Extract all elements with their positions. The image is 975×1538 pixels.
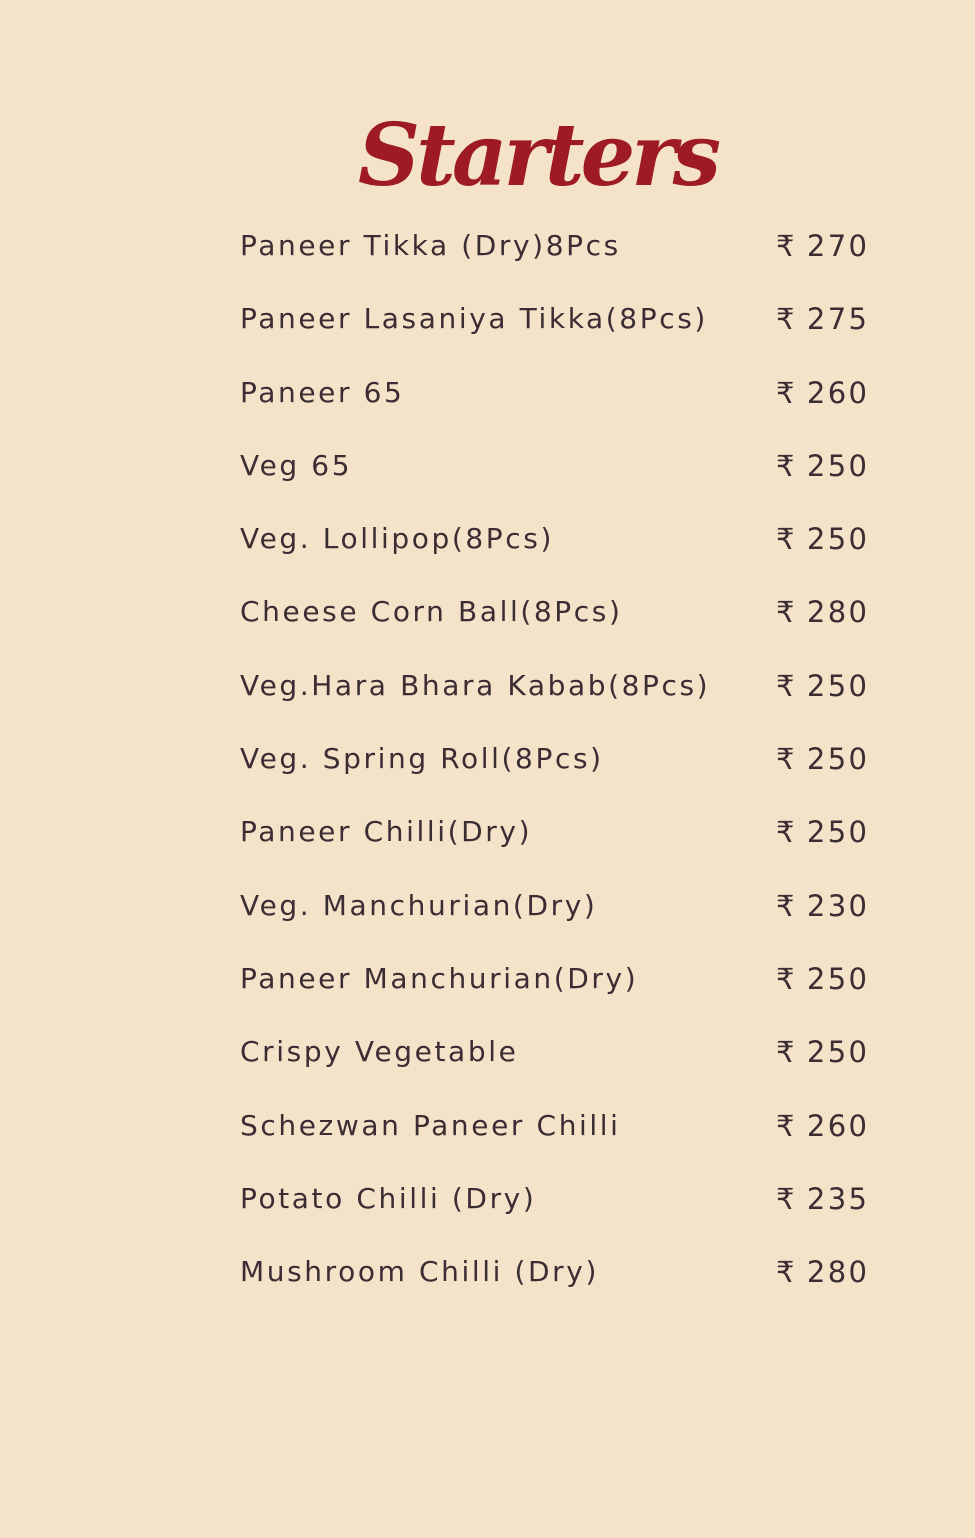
menu-item: Paneer Lasaniya Tikka(8Pcs) ₹275 xyxy=(0,281,975,354)
rupee-icon: ₹ xyxy=(776,1181,797,1216)
menu-item: Veg. Manchurian(Dry) ₹230 xyxy=(0,868,975,941)
price-value: 250 xyxy=(806,448,870,483)
price-value: 250 xyxy=(806,961,870,996)
rupee-icon: ₹ xyxy=(776,1108,797,1143)
section-title: Starters xyxy=(357,105,721,206)
menu-item: Crispy Vegetable ₹250 xyxy=(0,1014,975,1087)
rupee-icon: ₹ xyxy=(776,595,797,630)
item-name: Paneer Tikka (Dry)8Pcs xyxy=(240,229,621,262)
item-name: Paneer 65 xyxy=(240,375,405,409)
item-name: Veg. Lollipop(8Pcs) xyxy=(240,522,554,556)
rupee-icon: ₹ xyxy=(776,1035,797,1070)
menu-item: Cheese Corn Ball(8Pcs) ₹280 xyxy=(0,574,975,647)
item-price: ₹260 xyxy=(776,377,869,409)
rupee-icon: ₹ xyxy=(776,448,797,483)
menu-item: Veg. Spring Roll(8Pcs) ₹250 xyxy=(0,721,975,794)
item-price: ₹250 xyxy=(776,670,869,702)
price-value: 250 xyxy=(806,742,870,777)
price-value: 230 xyxy=(806,888,870,923)
item-name: Cheese Corn Ball(8Pcs) xyxy=(240,595,623,629)
item-name: Mushroom Chilli (Dry) xyxy=(240,1255,599,1289)
item-price: ₹260 xyxy=(776,1110,869,1142)
rupee-icon: ₹ xyxy=(776,375,797,410)
rupee-icon: ₹ xyxy=(776,888,797,923)
price-value: 250 xyxy=(806,815,870,850)
rupee-icon: ₹ xyxy=(776,522,797,557)
item-price: ₹230 xyxy=(776,890,869,922)
item-price: ₹270 xyxy=(776,230,869,262)
menu-page: Starters Paneer Tikka (Dry)8Pcs ₹270 Pan… xyxy=(0,0,975,1538)
item-price: ₹250 xyxy=(776,963,869,995)
rupee-icon: ₹ xyxy=(776,961,797,996)
item-price: ₹275 xyxy=(776,303,869,335)
menu-item: Paneer Manchurian(Dry) ₹250 xyxy=(0,941,975,1014)
menu-item: Veg. Lollipop(8Pcs) ₹250 xyxy=(0,501,975,574)
item-name: Paneer Lasaniya Tikka(8Pcs) xyxy=(240,302,708,336)
item-name: Crispy Vegetable xyxy=(240,1035,519,1069)
item-price: ₹250 xyxy=(776,450,869,482)
price-value: 250 xyxy=(806,522,870,557)
menu-item: Paneer Chilli(Dry) ₹250 xyxy=(0,794,975,867)
item-name: Paneer Chilli(Dry) xyxy=(240,815,533,849)
rupee-icon: ₹ xyxy=(776,1255,797,1290)
price-value: 280 xyxy=(806,1255,870,1290)
rupee-icon: ₹ xyxy=(776,668,797,703)
rupee-icon: ₹ xyxy=(776,815,797,850)
item-name: Veg. Spring Roll(8Pcs) xyxy=(240,742,604,776)
price-value: 235 xyxy=(806,1181,870,1216)
menu-item: Paneer 65 ₹260 xyxy=(0,355,975,428)
price-value: 260 xyxy=(806,375,870,410)
price-value: 270 xyxy=(806,229,870,263)
item-price: ₹235 xyxy=(776,1183,869,1215)
item-name: Veg.Hara Bhara Kabab(8Pcs) xyxy=(240,668,711,702)
rupee-icon: ₹ xyxy=(776,229,797,263)
item-name: Potato Chilli (Dry) xyxy=(240,1181,537,1215)
item-name: Veg 65 xyxy=(240,448,353,482)
item-name: Paneer Manchurian(Dry) xyxy=(240,961,639,995)
menu-item: Veg 65 ₹250 xyxy=(0,428,975,501)
menu-item: Potato Chilli (Dry) ₹235 xyxy=(0,1161,975,1234)
price-value: 260 xyxy=(806,1108,870,1143)
menu-item: Schezwan Paneer Chilli ₹260 xyxy=(0,1088,975,1161)
menu-item: Veg.Hara Bhara Kabab(8Pcs) ₹250 xyxy=(0,648,975,721)
rupee-icon: ₹ xyxy=(776,302,797,337)
item-price: ₹250 xyxy=(776,743,869,775)
item-name: Schezwan Paneer Chilli xyxy=(240,1108,621,1142)
price-value: 275 xyxy=(806,302,870,337)
menu-list: Paneer Tikka (Dry)8Pcs ₹270 Paneer Lasan… xyxy=(0,208,975,1307)
item-price: ₹250 xyxy=(776,1036,869,1068)
price-value: 250 xyxy=(806,668,870,703)
price-value: 250 xyxy=(806,1035,870,1070)
rupee-icon: ₹ xyxy=(776,742,797,777)
item-price: ₹280 xyxy=(776,1256,869,1288)
menu-item: Paneer Tikka (Dry)8Pcs ₹270 xyxy=(0,208,975,281)
item-price: ₹280 xyxy=(776,596,869,628)
item-price: ₹250 xyxy=(776,523,869,555)
price-value: 280 xyxy=(806,595,870,630)
item-price: ₹250 xyxy=(776,816,869,848)
item-name: Veg. Manchurian(Dry) xyxy=(240,888,598,922)
menu-item: Mushroom Chilli (Dry) ₹280 xyxy=(0,1234,975,1307)
